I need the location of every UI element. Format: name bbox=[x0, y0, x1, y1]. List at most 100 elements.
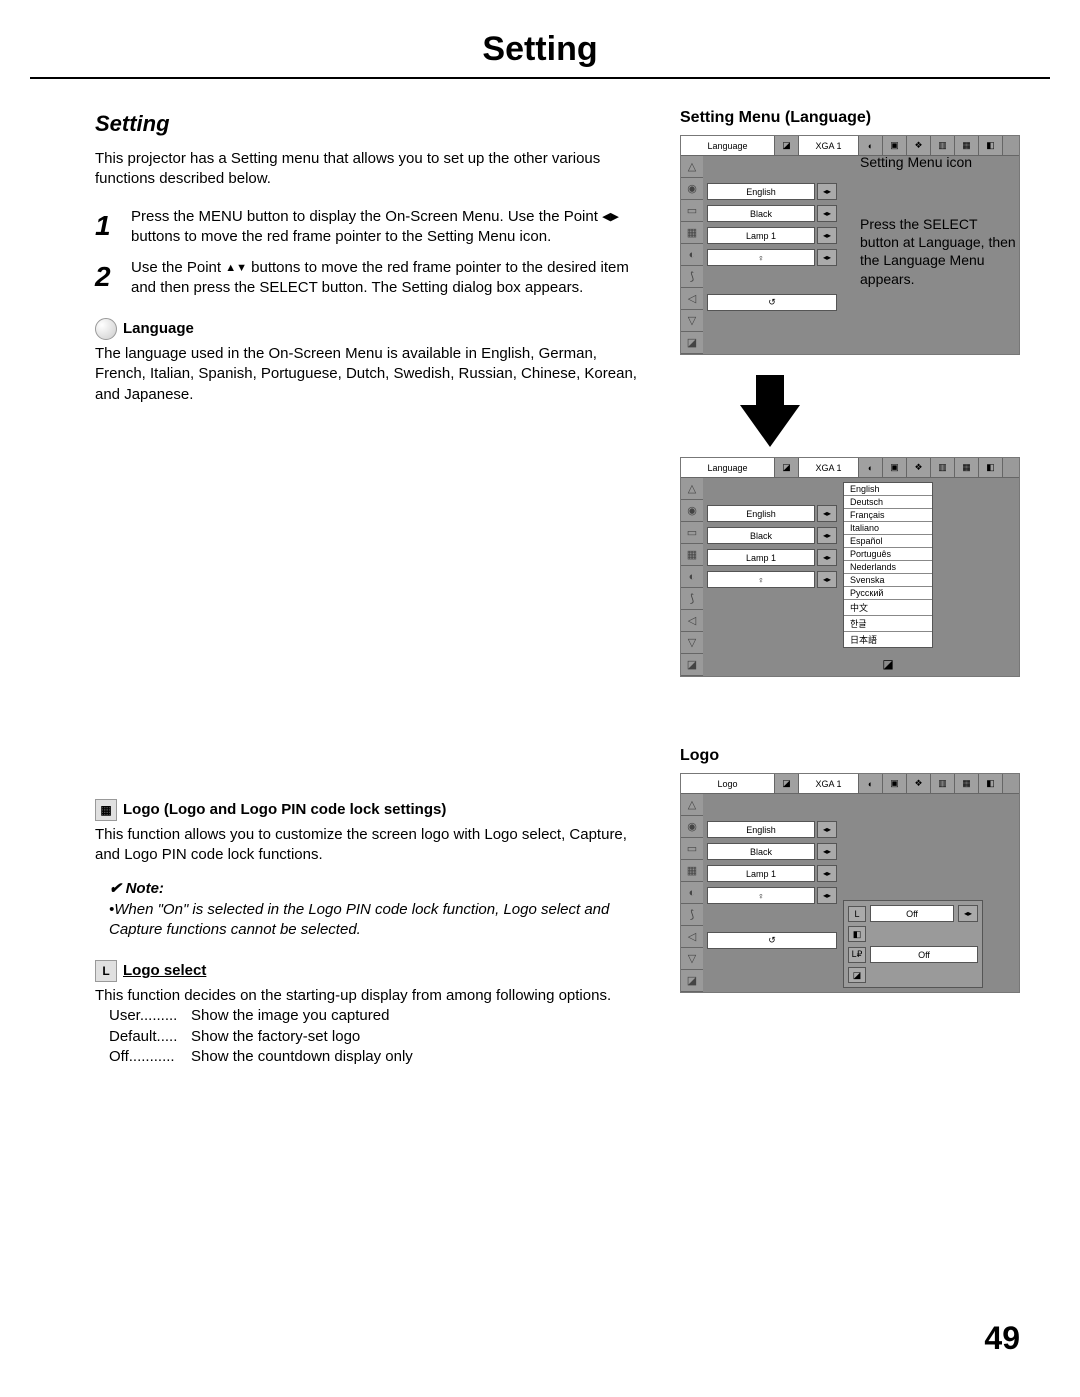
up-icon: △ bbox=[681, 156, 703, 178]
osd-topbar-icon: ▦ bbox=[955, 774, 979, 793]
lang-item: Svenska bbox=[844, 574, 932, 587]
language-list: English Deutsch Français Italiano Españo… bbox=[843, 482, 933, 648]
down-icon: ▽ bbox=[681, 948, 703, 970]
logo-heading-text: Logo (Logo and Logo PIN code lock settin… bbox=[123, 800, 446, 820]
lang-item: 中文 bbox=[844, 600, 932, 616]
osd-value: ♀ bbox=[707, 887, 815, 904]
logo-select-icon: L bbox=[95, 960, 117, 982]
lr-arrows-icon: ◀▶ bbox=[602, 210, 619, 225]
osd-topbar-icon: ▥ bbox=[931, 774, 955, 793]
step-text: Press the MENU button to display the On-… bbox=[131, 207, 650, 248]
lr-adjust-icon: ◂▸ bbox=[817, 227, 837, 244]
logo-heading: ▦ Logo (Logo and Logo PIN code lock sett… bbox=[95, 799, 650, 821]
osd-topbar: Language ◪ XGA 1 ◐ ▣ ❖ ▥ ▦ ◧ bbox=[681, 458, 1019, 478]
option-dots: ..... bbox=[157, 1028, 178, 1045]
osd-menu-logo: Logo ◪ XGA 1 ◐ ▣ ❖ ▥ ▦ ◧ △ ◉ ▭ ▦ ◐ ⟆ ◁ bbox=[680, 773, 1020, 993]
step-2: 2 Use the Point ▲▼ buttons to move the r… bbox=[95, 258, 650, 299]
osd-topbar-icon: ❖ bbox=[907, 458, 931, 477]
pointer-icon: ◁ bbox=[681, 288, 703, 310]
lr-adjust-icon: ◂▸ bbox=[817, 527, 837, 544]
osd-icon: ◪ bbox=[775, 774, 799, 793]
logo-icon: ▦ bbox=[95, 799, 117, 821]
lang-item: Nederlands bbox=[844, 561, 932, 574]
osd-sidebar: △ ◉ ▭ ▦ ◐ ⟆ ◁ ▽ ◪ bbox=[681, 794, 703, 992]
osd-value: ↺ bbox=[707, 294, 837, 311]
lamp-icon: ◐ bbox=[681, 566, 703, 588]
step-number: 2 bbox=[95, 258, 131, 299]
step-text-a: Use the Point bbox=[131, 259, 225, 276]
up-icon: △ bbox=[681, 794, 703, 816]
osd-topbar-icon: ◐ bbox=[859, 774, 883, 793]
lr-adjust-icon: ◂▸ bbox=[817, 887, 837, 904]
osd-field-lamp-mode: ♀ ◂▸ bbox=[707, 249, 837, 266]
lang-item: Español bbox=[844, 535, 932, 548]
globe-icon bbox=[95, 318, 117, 340]
osd-resolution: XGA 1 bbox=[799, 136, 859, 155]
osd-resolution: XGA 1 bbox=[799, 458, 859, 477]
osd-title: Language bbox=[681, 458, 775, 477]
osd-sidebar: △ ◉ ▭ ▦ ◐ ⟆ ◁ ▽ ◪ bbox=[681, 478, 703, 676]
osd-value: English bbox=[707, 821, 815, 838]
exit-icon: ◪ bbox=[681, 654, 703, 676]
osd-field-blank: ↺ bbox=[707, 294, 837, 311]
lr-adjust-icon: ◂▸ bbox=[817, 549, 837, 566]
osd-topbar-icon: ▥ bbox=[931, 458, 955, 477]
osd-field-background: Black ◂▸ bbox=[707, 205, 837, 222]
option-term: User bbox=[109, 1007, 140, 1024]
callout-text: Setting Menu icon bbox=[860, 154, 972, 170]
logo-description: This function allows you to customize th… bbox=[95, 825, 650, 866]
osd-value: ♀ bbox=[707, 571, 815, 588]
tool-icon: ⟆ bbox=[681, 266, 703, 288]
lr-adjust-icon: ◂▸ bbox=[817, 505, 837, 522]
option-term: Off bbox=[109, 1048, 129, 1065]
lang-item: English bbox=[844, 483, 932, 496]
pointer-icon: ◁ bbox=[681, 610, 703, 632]
option-term: Default bbox=[109, 1028, 157, 1045]
lamp-icon: ◐ bbox=[681, 244, 703, 266]
osd-topbar-icon: ◧ bbox=[979, 774, 1003, 793]
osd-value: Lamp 1 bbox=[707, 227, 815, 244]
option-dots: ........... bbox=[129, 1048, 175, 1065]
lang-item: Português bbox=[844, 548, 932, 561]
osd-sidebar: △ ◉ ▭ ▦ ◐ ⟆ ◁ ▽ ◪ bbox=[681, 156, 703, 354]
osd-language-wrapper: Language ◪ XGA 1 ◐ ▣ ❖ ▥ ▦ ◧ △ ◉ ▭ ▦ bbox=[680, 135, 1020, 355]
osd-icon: ◪ bbox=[775, 458, 799, 477]
osd-value: English bbox=[707, 183, 815, 200]
osd-field-lamp: Lamp 1 ◂▸ bbox=[707, 227, 837, 244]
osd-field-language: English ◂▸ bbox=[707, 183, 837, 200]
lr-adjust-icon: ◂▸ bbox=[817, 843, 837, 860]
osd-topbar-icon: ◐ bbox=[859, 458, 883, 477]
down-icon: ▽ bbox=[681, 310, 703, 332]
logo-select-icon: L bbox=[848, 906, 866, 922]
lang-item: Italiano bbox=[844, 522, 932, 535]
lamp-icon: ◐ bbox=[681, 882, 703, 904]
lr-adjust-icon: ◂▸ bbox=[817, 865, 837, 882]
down-icon: ▽ bbox=[681, 632, 703, 654]
osd-value: ♀ bbox=[707, 249, 815, 266]
grid-icon: ▦ bbox=[681, 544, 703, 566]
lang-item: Deutsch bbox=[844, 496, 932, 509]
left-column: Setting This projector has a Setting men… bbox=[95, 109, 650, 1067]
exit-icon: ◪ bbox=[681, 332, 703, 354]
up-icon: △ bbox=[681, 478, 703, 500]
intro-text: This projector has a Setting menu that a… bbox=[95, 149, 650, 190]
osd-title: Language bbox=[681, 136, 775, 155]
pointer-icon: ◁ bbox=[681, 926, 703, 948]
right-heading-logo: Logo bbox=[680, 747, 1020, 765]
step-text: Use the Point ▲▼ buttons to move the red… bbox=[131, 258, 650, 299]
callout-select: Press the SELECT button at Language, the… bbox=[860, 215, 1020, 288]
language-description: The language used in the On-Screen Menu … bbox=[95, 344, 650, 405]
exit-icon: ◪ bbox=[681, 970, 703, 992]
language-heading: Language bbox=[95, 318, 650, 340]
option-dots: ......... bbox=[140, 1007, 178, 1024]
option-desc: Show the countdown display only bbox=[191, 1047, 413, 1067]
osd-topbar-icon: ▣ bbox=[883, 458, 907, 477]
callout-setting-icon: Setting Menu icon bbox=[860, 153, 1020, 171]
logo-select-heading: L Logo select bbox=[95, 960, 650, 982]
osd-value: Black bbox=[707, 843, 815, 860]
osd-topbar: Logo ◪ XGA 1 ◐ ▣ ❖ ▥ ▦ ◧ bbox=[681, 774, 1019, 794]
lr-adjust-icon: ◂▸ bbox=[817, 571, 837, 588]
logo-select-description: This function decides on the starting-up… bbox=[95, 986, 650, 1006]
exit-icon: ◪ bbox=[848, 967, 866, 983]
screen-icon: ▭ bbox=[681, 838, 703, 860]
